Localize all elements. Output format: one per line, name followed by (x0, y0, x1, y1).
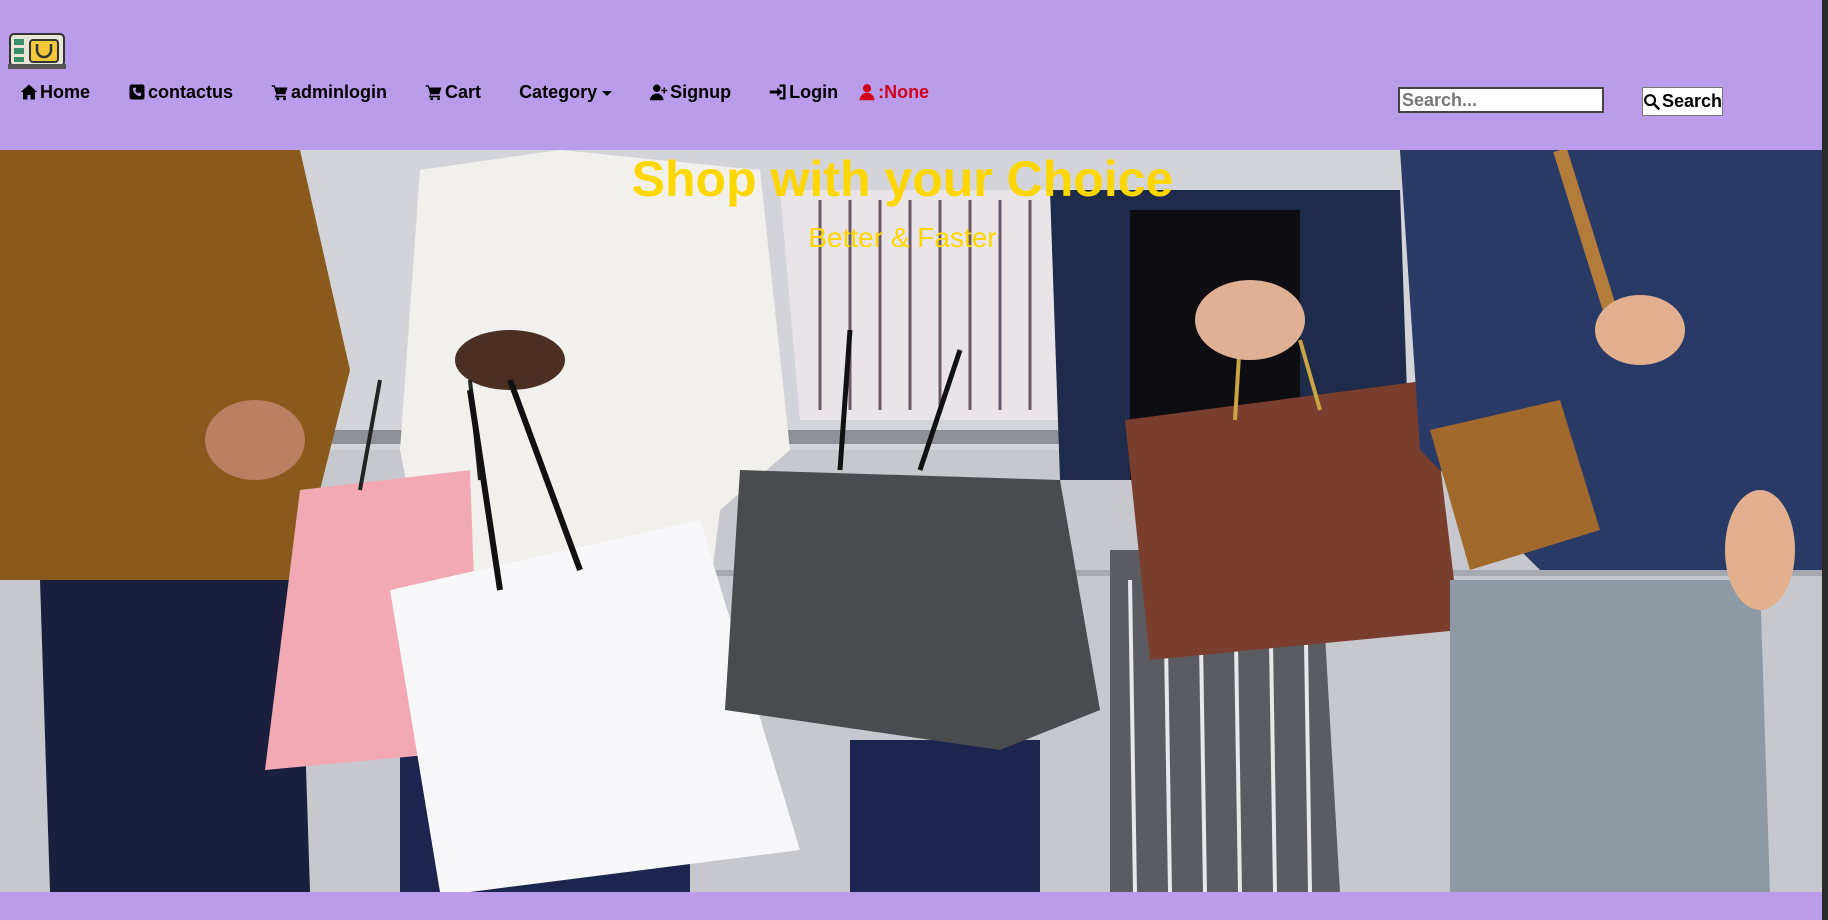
user-icon (859, 84, 875, 101)
nav-current-user[interactable]: :None (858, 82, 929, 103)
search-input[interactable] (1398, 87, 1604, 113)
navbar: Home contactus adminlogin Cart Category … (0, 0, 1828, 150)
cart-icon (425, 85, 442, 101)
nav-signup[interactable]: Signup (650, 82, 731, 103)
window-edge (1822, 0, 1828, 920)
hero-image (0, 150, 1828, 892)
caret-down-icon (602, 91, 613, 96)
search-button-label: Search (1661, 91, 1722, 111)
nav-current-user-label: :None (878, 81, 930, 102)
nav-adminlogin[interactable]: adminlogin (271, 82, 387, 103)
cart-icon (271, 85, 288, 101)
nav-home[interactable]: Home (20, 82, 90, 103)
nav-links: Home contactus adminlogin Cart Category … (20, 80, 967, 104)
nav-login-label: Login (789, 81, 839, 102)
nav-cart[interactable]: Cart (425, 82, 481, 103)
nav-contactus-label: contactus (148, 81, 234, 102)
nav-home-label: Home (40, 81, 91, 102)
shop-logo-icon[interactable] (8, 28, 68, 70)
nav-cart-label: Cart (445, 81, 482, 102)
nav-contactus[interactable]: contactus (128, 82, 233, 103)
phone-icon (129, 84, 145, 100)
hero-title: Shop with your Choice (631, 151, 1174, 207)
nav-adminlogin-label: adminlogin (291, 81, 388, 102)
search-icon (1644, 94, 1660, 110)
user-plus-icon (650, 84, 668, 101)
footer-strip (0, 892, 1828, 920)
page: Home contactus adminlogin Cart Category … (0, 0, 1828, 920)
nav-category-dropdown[interactable]: Category (519, 81, 613, 103)
hero-subtitle: Better & Faster (808, 222, 997, 253)
hero-banner: Shop with your Choice Better & Faster (0, 150, 1828, 892)
sign-in-icon (769, 84, 786, 100)
nav-signup-label: Signup (670, 81, 732, 102)
nav-category-label: Category (519, 81, 598, 102)
search-button[interactable]: Search (1642, 87, 1723, 116)
nav-login[interactable]: Login (769, 82, 838, 103)
home-icon (20, 84, 38, 100)
